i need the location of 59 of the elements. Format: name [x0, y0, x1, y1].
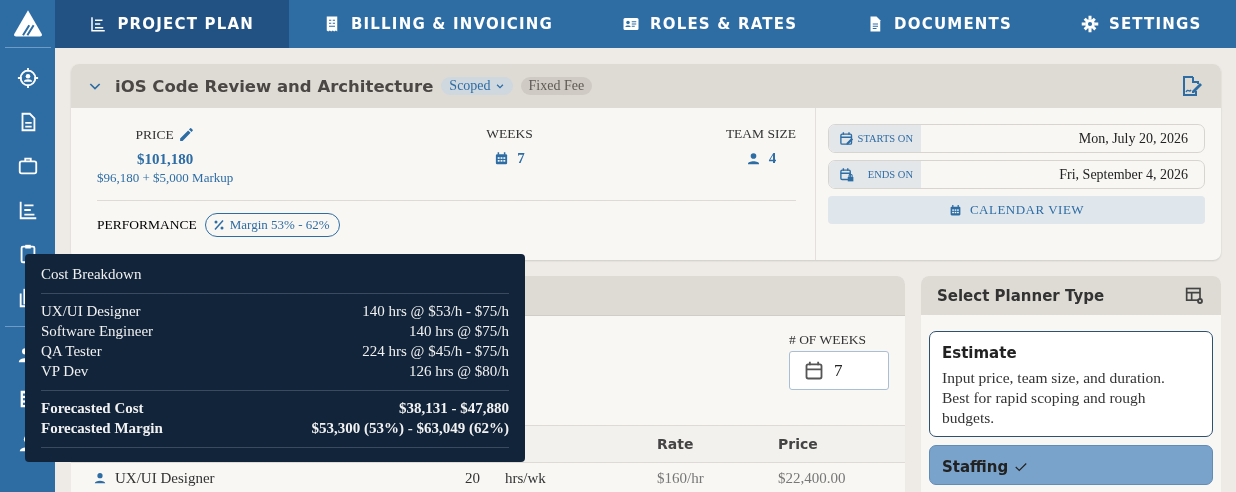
performance-label: PERFORMANCE — [97, 217, 197, 233]
weeks-label: WEEKS — [486, 126, 533, 142]
role-name: VP Dev — [41, 363, 89, 380]
nav-tab[interactable]: SETTINGS — [1046, 0, 1236, 48]
panel-title: Select Planner Type — [937, 286, 1105, 305]
fee-type-tag: Fixed Fee — [520, 77, 593, 95]
nav-tab[interactable]: DOCUMENTS — [831, 0, 1047, 48]
role-name: QA Tester — [41, 343, 102, 360]
weeks-label: # OF WEEKS — [789, 332, 867, 348]
planner-option[interactable]: Estimate Input price, team size, and duration. Best for rapid scoping and rough budgets. — [929, 331, 1213, 437]
gantt-icon — [89, 15, 108, 33]
hours-value[interactable]: 20 — [465, 469, 505, 487]
planner-option[interactable]: Staffing — [929, 445, 1213, 485]
team-size-label: TEAM SIZE — [725, 126, 796, 142]
hours-rate: 140 hrs @ $53/h - $75/h — [362, 303, 509, 320]
settings-icon — [1080, 15, 1099, 33]
hours-rate: 224 hrs @ $45/h - $75/h — [362, 343, 509, 360]
nav-tab[interactable]: BILLING & INVOICING — [288, 0, 588, 48]
role-name: Software Engineer — [41, 323, 154, 340]
hours-unit: hrs/wk — [505, 469, 547, 487]
role-name: UX/UI Designer — [115, 469, 215, 487]
edit-icon — [177, 126, 195, 143]
total-value: $38,131 - $47,880 — [399, 400, 509, 417]
role-name: UX/UI Designer — [41, 303, 141, 320]
chevron-down-icon — [494, 81, 505, 91]
price-detail: $96,180 + $5,000 Markup — [97, 170, 234, 186]
id-card-icon — [621, 15, 640, 33]
calendar-icon — [804, 360, 824, 381]
percent-icon — [212, 219, 225, 231]
check-icon — [1014, 460, 1029, 474]
crosshair-person-icon — [16, 67, 39, 89]
hours-rate: 140 hrs @ $75/h — [408, 323, 509, 340]
table-settings-icon — [1185, 285, 1205, 306]
project-title: iOS Code Review and Architecture — [115, 76, 434, 96]
status-dropdown[interactable]: Scoped — [441, 77, 513, 95]
total-label: Forecasted Cost — [41, 400, 144, 417]
price-cell-text: $22,400.00 — [778, 469, 847, 487]
column-header: Rate — [657, 436, 695, 452]
tooltip-title: Cost Breakdown — [41, 266, 509, 294]
total-label: Forecasted Margin — [41, 420, 163, 437]
calendar-lock-icon — [839, 167, 854, 182]
briefcase-icon — [16, 155, 39, 177]
calendar-edit-icon — [839, 131, 854, 146]
calendar-icon — [948, 203, 962, 217]
start-date-field[interactable]: STARTS ON Mon, July 20, 2026 — [828, 124, 1205, 153]
team-size-value: 4 — [768, 150, 777, 167]
rate-cell-text: $160/hr — [657, 469, 705, 487]
price-value: $101,180 — [137, 151, 194, 168]
weeks-input[interactable]: 7 — [789, 351, 889, 390]
calendar-view-button[interactable]: CALENDAR VIEW — [828, 196, 1205, 224]
total-value: $53,300 (53%) - $63,049 (62%) — [311, 420, 509, 437]
end-date-field[interactable]: ENDS ON Fri, September 4, 2026 — [828, 160, 1205, 189]
nav-tab[interactable]: ROLES & RATES — [587, 0, 832, 48]
column-header: Price — [778, 436, 819, 452]
price-label: PRICE — [135, 126, 174, 143]
weeks-value: 7 — [517, 150, 525, 167]
calendar-icon — [494, 151, 510, 166]
hours-rate: 126 hrs @ $80/h — [408, 363, 509, 380]
nav-tab[interactable]: PROJECT PLAN — [55, 0, 289, 48]
